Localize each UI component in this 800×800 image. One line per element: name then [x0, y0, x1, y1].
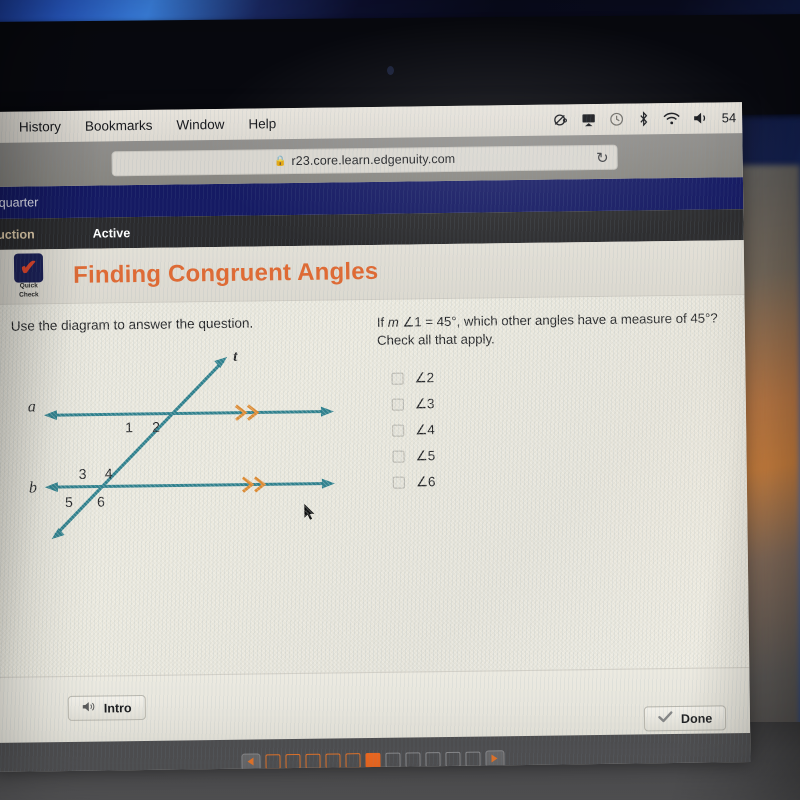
angle-label-1: 1 [125, 419, 133, 435]
checkbox-angle-6[interactable] [392, 476, 405, 489]
bluetooth-icon[interactable] [637, 111, 650, 127]
question-pane: If m ∠1 = 45°, which other angles have a… [377, 309, 724, 495]
option-label: ∠5 [415, 447, 436, 464]
screenshot-root: y History Bookmarks Window Help [0, 0, 800, 800]
intro-button[interactable]: Intro [67, 694, 146, 721]
progress-step-11[interactable] [464, 751, 481, 767]
angle-label-6: 6 [97, 493, 105, 509]
menu-item-help[interactable]: Help [236, 116, 288, 132]
checkbox-angle-5[interactable] [392, 450, 405, 463]
progress-step-2[interactable] [284, 753, 301, 769]
progress-step-7[interactable] [384, 752, 401, 768]
progress-step-8[interactable] [404, 751, 421, 768]
line-b-label: b [29, 479, 37, 496]
answer-options-list: ∠2 ∠3 ∠4 ∠5 ∠6 [377, 361, 724, 496]
progress-step-10[interactable] [444, 751, 461, 767]
checkmark-glyph: ✔ [19, 256, 38, 280]
progress-step-9[interactable] [424, 751, 441, 767]
intro-button-label: Intro [103, 700, 132, 716]
lesson-header: ✔ Quick Check Finding Congruent Angles [0, 240, 745, 305]
right-arrow-icon [491, 754, 498, 763]
option-label: ∠4 [415, 421, 435, 438]
question-prefix: If [376, 314, 388, 330]
webcam-dot [387, 66, 394, 75]
option-label: ∠2 [414, 369, 435, 386]
question-m-variable: m [387, 314, 399, 330]
lock-icon: 🔒 [273, 155, 287, 167]
quick-check-badge: ✔ Quick Check [12, 253, 46, 300]
airplay-icon[interactable] [581, 112, 596, 127]
progress-step-5[interactable] [344, 752, 361, 768]
question-content-area: Use the diagram to answer the question. [0, 295, 750, 677]
menu-item-bookmarks[interactable]: Bookmarks [73, 118, 165, 134]
time-machine-icon[interactable] [609, 112, 624, 127]
option-row[interactable]: ∠6 [379, 465, 724, 496]
done-button-label: Done [680, 711, 713, 726]
page-title: Finding Congruent Angles [72, 257, 379, 289]
angle-label-5: 5 [65, 494, 73, 510]
reload-icon[interactable]: ↻ [596, 148, 609, 166]
url-text: r23.core.learn.edgenuity.com [291, 151, 456, 169]
course-term-label: 3rd quarter [0, 195, 39, 210]
line-a-label: a [28, 398, 36, 415]
angle-label-4: 4 [105, 465, 113, 481]
checkbox-angle-2[interactable] [391, 372, 404, 385]
question-body: ∠1 = 45°, which other angles have a meas… [376, 310, 718, 348]
address-bar[interactable]: 🔒 r23.core.learn.edgenuity.com ↻ [111, 144, 618, 176]
lesson-toolbar: Intro Done [0, 667, 751, 743]
transversal-t-label: t [233, 349, 238, 365]
check-icon [658, 711, 673, 726]
breadcrumb[interactable]: nstruction [0, 227, 35, 242]
angle-label-3: 3 [79, 466, 87, 482]
checkbox-angle-3[interactable] [391, 398, 404, 411]
question-text: If m ∠1 = 45°, which other angles have a… [377, 309, 722, 349]
prev-step-button[interactable] [240, 752, 261, 771]
progress-step-3[interactable] [304, 753, 321, 769]
menu-item-window[interactable]: Window [164, 117, 236, 133]
volume-icon[interactable] [693, 111, 709, 126]
menu-bar-status-area: 54 [552, 102, 736, 135]
done-button[interactable]: Done [643, 705, 727, 732]
checkbox-angle-4[interactable] [392, 424, 405, 437]
battery-percent-label[interactable]: 54 [722, 110, 737, 125]
check-badge-icon: ✔ [13, 253, 44, 284]
tab-active[interactable]: Active [93, 226, 131, 240]
progress-step-4[interactable] [324, 752, 341, 769]
badge-label-line2: Check [19, 290, 39, 299]
mouse-cursor [304, 503, 315, 520]
option-label: ∠6 [415, 473, 436, 490]
left-arrow-icon [247, 757, 254, 766]
progress-step-6-current[interactable] [364, 752, 381, 768]
do-not-disturb-icon[interactable] [553, 112, 568, 127]
option-label: ∠3 [414, 395, 435, 412]
laptop-screen: y History Bookmarks Window Help [0, 102, 751, 772]
diagram-prompt: Use the diagram to answer the question. [10, 315, 254, 334]
menu-item-history[interactable]: History [7, 119, 73, 135]
speaker-icon [82, 701, 96, 716]
wifi-icon[interactable] [663, 111, 680, 126]
angles-diagram: a b t 1 2 3 4 5 6 [28, 349, 335, 540]
angle-label-2: 2 [152, 419, 160, 435]
progress-step-1[interactable] [264, 753, 281, 769]
next-step-button[interactable] [484, 749, 505, 768]
